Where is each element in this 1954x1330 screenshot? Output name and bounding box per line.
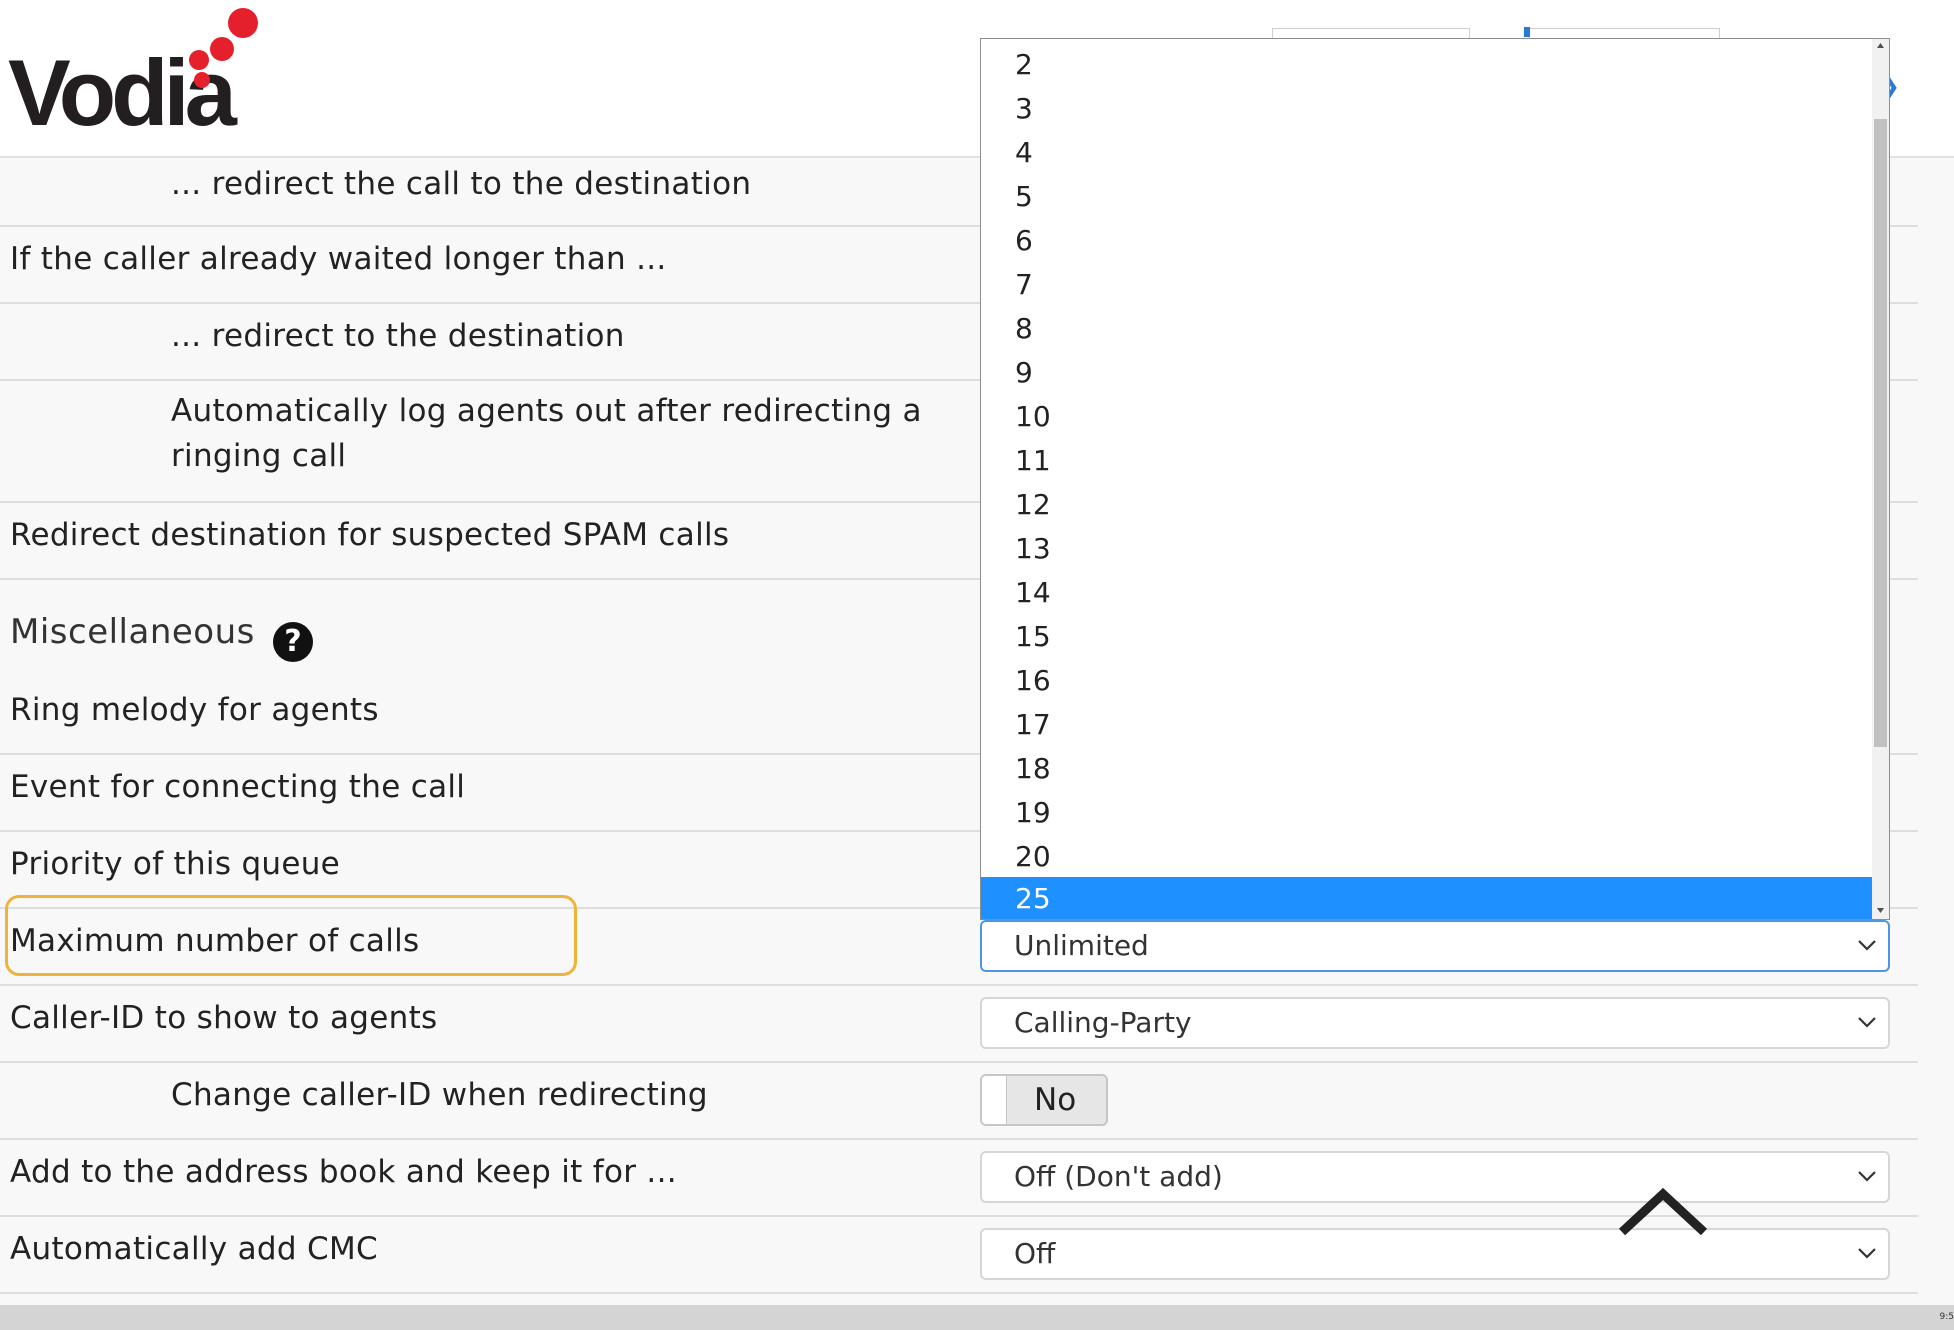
dropdown-option-selected[interactable]: 25 xyxy=(981,877,1873,919)
logo-dot xyxy=(228,8,258,38)
vodia-logo[interactable]: Vodia xyxy=(8,8,268,140)
dropdown-option[interactable]: 20 xyxy=(981,835,1873,879)
auto-cmc-select[interactable]: Off xyxy=(980,1228,1890,1280)
redirect-call-label: ... redirect the call to the destination xyxy=(171,166,752,202)
dropdown-option[interactable]: 4 xyxy=(981,131,1873,175)
auto-logout-label: Automatically log agents out after redir… xyxy=(171,393,922,474)
toggle-label: No xyxy=(1034,1082,1077,1118)
change-caller-id-toggle[interactable]: No xyxy=(980,1074,1108,1126)
scroll-up-arrow-icon[interactable] xyxy=(1875,41,1886,51)
scroll-to-top-icon[interactable] xyxy=(1614,1180,1712,1240)
scrollbar-thumb[interactable] xyxy=(1874,119,1887,747)
section-title-miscellaneous: Miscellaneous xyxy=(10,612,255,652)
dropdown-option[interactable]: 2 xyxy=(981,43,1873,87)
logo-dot xyxy=(194,72,210,88)
dropdown-option[interactable]: 5 xyxy=(981,175,1873,219)
address-book-value: Off (Don't add) xyxy=(1014,1160,1223,1193)
max-calls-select[interactable]: Unlimited xyxy=(980,920,1890,972)
dropdown-option[interactable]: 17 xyxy=(981,703,1873,747)
auto-cmc-value: Off xyxy=(1014,1237,1056,1270)
auto-cmc-label: Automatically add CMC xyxy=(10,1231,378,1267)
priority-label: Priority of this queue xyxy=(10,846,341,882)
toggle-knob xyxy=(982,1076,1007,1124)
scroll-down-arrow-icon[interactable] xyxy=(1875,905,1886,915)
address-book-label: Add to the address book and keep it for … xyxy=(10,1154,677,1190)
redirect-to-label: ... redirect to the destination xyxy=(171,318,625,354)
event-connecting-label: Event for connecting the call xyxy=(10,769,466,805)
dropdown-option[interactable]: 15 xyxy=(981,615,1873,659)
toolbar-marker xyxy=(1524,27,1530,37)
clock-readout: 9:5 xyxy=(1939,1312,1954,1322)
dropdown-option[interactable]: 11 xyxy=(981,439,1873,483)
waited-longer-label: If the caller already waited longer than… xyxy=(10,241,667,277)
highlight-box xyxy=(5,895,577,976)
dropdown-option[interactable]: 12 xyxy=(981,483,1873,527)
caller-id-agents-label: Caller-ID to show to agents xyxy=(10,1000,438,1036)
change-caller-id-label: Change caller-ID when redirecting xyxy=(171,1077,708,1113)
settings-row: Change caller-ID when redirecting xyxy=(0,1063,1918,1140)
status-bar xyxy=(0,1305,1954,1330)
chevron-down-icon xyxy=(1858,1017,1876,1028)
dropdown-option[interactable]: 16 xyxy=(981,659,1873,703)
dropdown-option[interactable]: 6 xyxy=(981,219,1873,263)
chevron-down-icon xyxy=(1858,940,1876,951)
dropdown-option[interactable]: 18 xyxy=(981,747,1873,791)
dropdown-option[interactable]: 9 xyxy=(981,351,1873,395)
dropdown-option[interactable]: 3 xyxy=(981,87,1873,131)
ring-melody-label: Ring melody for agents xyxy=(10,692,379,728)
logo-dot xyxy=(189,50,209,70)
spam-redirect-label: Redirect destination for suspected SPAM … xyxy=(10,517,730,553)
chevron-down-icon xyxy=(1858,1171,1876,1182)
dropdown-option[interactable]: 8 xyxy=(981,307,1873,351)
caller-id-value: Calling-Party xyxy=(1014,1006,1192,1039)
logo-dot xyxy=(210,37,234,61)
dropdown-option[interactable]: 10 xyxy=(981,395,1873,439)
dropdown-option[interactable]: 13 xyxy=(981,527,1873,571)
dropdown-option[interactable]: 19 xyxy=(981,791,1873,835)
max-calls-dropdown-list[interactable]: 2 3 4 5 6 7 8 9 10 11 12 13 14 15 16 17 … xyxy=(980,38,1890,920)
max-calls-value: Unlimited xyxy=(1014,929,1149,962)
address-book-select[interactable]: Off (Don't add) xyxy=(980,1151,1890,1203)
caller-id-select[interactable]: Calling-Party xyxy=(980,997,1890,1049)
chevron-down-icon xyxy=(1858,1248,1876,1259)
dropdown-option[interactable]: 14 xyxy=(981,571,1873,615)
dropdown-scrollbar[interactable] xyxy=(1872,39,1889,919)
help-icon[interactable]: ? xyxy=(273,622,313,662)
dropdown-option[interactable]: 7 xyxy=(981,263,1873,307)
